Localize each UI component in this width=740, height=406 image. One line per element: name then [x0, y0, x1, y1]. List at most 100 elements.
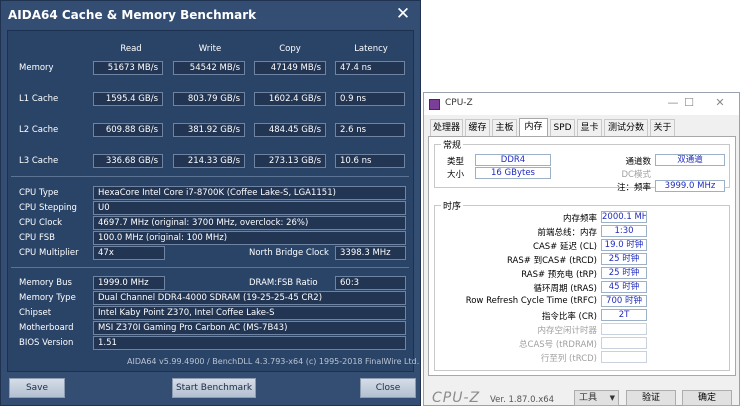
fsb-dram-label: 前端总线：内存 — [537, 228, 597, 238]
bios-version-label: BIOS Version — [19, 338, 74, 348]
chevron-down-icon: ▼ — [609, 394, 615, 402]
tab-cpu[interactable]: 处理器 — [430, 119, 463, 137]
memory-read-value: 51673 MB/s — [93, 61, 163, 75]
trp-label: RAS# 预充电 (tRP) — [521, 270, 597, 280]
maximize-icon[interactable]: ☐ — [680, 96, 698, 109]
north-bridge-clock-label: North Bridge Clock — [249, 248, 329, 258]
tab-spd[interactable]: SPD — [550, 119, 575, 137]
cpu-clock-label: CPU Clock — [19, 218, 63, 228]
memory-write-value: 54542 MB/s — [173, 61, 245, 75]
chipset-label: Chipset — [19, 308, 52, 318]
fsb-dram-value: 1:30 — [601, 225, 647, 237]
bios-version-value: 1.51 — [93, 336, 406, 350]
dram-idle-timer-label: 内存空闲计时器 — [537, 326, 597, 336]
tools-dropdown[interactable]: 工具 ▼ — [574, 390, 619, 406]
save-button[interactable]: Save — [9, 378, 65, 398]
row-to-column-value — [601, 351, 647, 363]
memory-copy-value: 47149 MB/s — [254, 61, 326, 75]
tab-bench[interactable]: 测试分数 — [604, 119, 648, 137]
trp-value: 25 时钟 — [601, 267, 647, 279]
validate-button[interactable]: 验证 — [626, 390, 676, 406]
close-icon[interactable]: ✕ — [711, 96, 729, 109]
memory-type-label: Memory Type — [19, 293, 76, 303]
column-header-read: Read — [120, 44, 142, 54]
trfc-label: Row Refresh Cycle Time (tRFC) — [465, 296, 597, 306]
l2-copy-value: 484.45 GB/s — [254, 123, 326, 137]
cpu-multiplier-value: 47x — [93, 246, 165, 260]
aida64-titlebar: AIDA64 Cache & Memory Benchmark ✕ — [1, 1, 420, 31]
start-benchmark-button[interactable]: Start Benchmark — [172, 378, 256, 398]
memory-tab-content: 常规 类型 DDR4 大小 16 GBytes 通道数 双通道 DC模式 注：频… — [428, 136, 736, 376]
command-rate-label: 指令比率 (CR) — [541, 312, 597, 322]
motherboard-label: Motherboard — [19, 323, 74, 333]
cpuz-window: CPU-Z — ☐ ✕ 处理器 缓存 主板 内存 SPD 显卡 测试分数 关于 … — [423, 92, 740, 406]
chipset-value: Intel Kaby Point Z370, Intel Coffee Lake… — [93, 306, 406, 320]
column-header-latency: Latency — [354, 44, 388, 54]
cpuz-app-icon — [429, 99, 440, 110]
general-group-title: 常规 — [441, 138, 464, 151]
row-label-l1-cache: L1 Cache — [19, 94, 59, 104]
trcd-value: 25 时钟 — [601, 253, 647, 265]
l3-read-value: 336.68 GB/s — [93, 154, 163, 168]
dram-fsb-ratio-value: 60:3 — [335, 276, 406, 290]
channels-value: 双通道 — [655, 154, 725, 166]
dram-frequency-label: 内存频率 — [562, 214, 597, 224]
dram-frequency-value: 2000.1 MHz — [601, 211, 647, 223]
l2-read-value: 609.88 GB/s — [93, 123, 163, 137]
l1-latency-value: 0.9 ns — [335, 92, 405, 106]
aida64-version-footer: AIDA64 v5.99.4900 / BenchDLL 4.3.793-x64… — [127, 357, 420, 366]
l3-copy-value: 273.13 GB/s — [254, 154, 326, 168]
trfc-value: 700 时钟 — [601, 295, 647, 307]
cpu-fsb-label: CPU FSB — [19, 233, 55, 243]
tras-label: 循环周期 (tRAS) — [533, 284, 597, 294]
total-cas-value — [601, 337, 647, 349]
cpu-multiplier-label: CPU Multiplier — [19, 248, 79, 258]
dram-fsb-ratio-label: DRAM:FSB Ratio — [249, 278, 318, 288]
l3-latency-value: 10.6 ns — [335, 154, 405, 168]
trcd-label: RAS# 到CAS# (tRCD) — [507, 256, 597, 266]
section-divider — [11, 267, 409, 268]
tab-mainboard[interactable]: 主板 — [492, 119, 517, 137]
cpuz-version: Ver. 1.87.0.x64 — [490, 395, 555, 405]
cas-latency-label: CAS# 延迟 (CL) — [533, 242, 597, 252]
cpu-clock-value: 4697.7 MHz (original: 3700 MHz, overcloc… — [93, 216, 406, 230]
close-icon[interactable]: ✕ — [390, 3, 416, 25]
aida64-window-title: AIDA64 Cache & Memory Benchmark — [8, 8, 257, 22]
channels-label: 通道数 — [625, 157, 651, 167]
cpu-type-value: HexaCore Intel Core i7-8700K (Coffee Lak… — [93, 186, 406, 200]
motherboard-value: MSI Z370I Gaming Pro Carbon AC (MS-7B43) — [93, 321, 406, 335]
tab-graphics[interactable]: 显卡 — [577, 119, 602, 137]
tab-about[interactable]: 关于 — [650, 119, 675, 137]
l2-write-value: 381.92 GB/s — [173, 123, 245, 137]
type-label: 类型 — [447, 157, 465, 167]
nb-frequency-value: 3999.0 MHz — [655, 180, 725, 192]
ok-button[interactable]: 确定 — [682, 390, 732, 406]
tools-dropdown-label: 工具 — [579, 393, 598, 403]
l1-write-value: 803.79 GB/s — [173, 92, 245, 106]
timings-group-title: 时序 — [441, 199, 464, 212]
cpu-fsb-value: 100.0 MHz (original: 100 MHz) — [93, 231, 406, 245]
memory-bus-value: 1999.0 MHz — [93, 276, 165, 290]
north-bridge-clock-value: 3398.3 MHz — [335, 246, 406, 260]
cpu-stepping-value: U0 — [93, 201, 406, 215]
l3-write-value: 214.33 GB/s — [173, 154, 245, 168]
command-rate-value: 2T — [601, 309, 647, 321]
cpuz-titlebar: CPU-Z — ☐ ✕ — [424, 93, 739, 115]
cpuz-footer-logo: CPU-Z — [432, 390, 481, 406]
tab-memory[interactable]: 内存 — [519, 118, 548, 137]
close-button[interactable]: Close — [360, 378, 416, 398]
row-to-column-label: 行至列 (tRCD) — [540, 354, 597, 364]
size-label: 大小 — [447, 170, 465, 180]
cas-latency-value: 19.0 时钟 — [601, 239, 647, 251]
aida64-window: AIDA64 Cache & Memory Benchmark ✕ Read W… — [0, 0, 421, 406]
tras-value: 45 时钟 — [601, 281, 647, 293]
section-divider — [11, 176, 409, 177]
tab-caches[interactable]: 缓存 — [465, 119, 490, 137]
row-label-l3-cache: L3 Cache — [19, 156, 59, 166]
nb-frequency-label: 注：频率 — [616, 183, 651, 193]
l1-copy-value: 1602.4 GB/s — [254, 92, 326, 106]
cpu-stepping-label: CPU Stepping — [19, 203, 77, 213]
l1-read-value: 1595.4 GB/s — [93, 92, 163, 106]
memory-type-value: DDR4 — [475, 154, 551, 166]
cpu-type-label: CPU Type — [19, 188, 59, 198]
